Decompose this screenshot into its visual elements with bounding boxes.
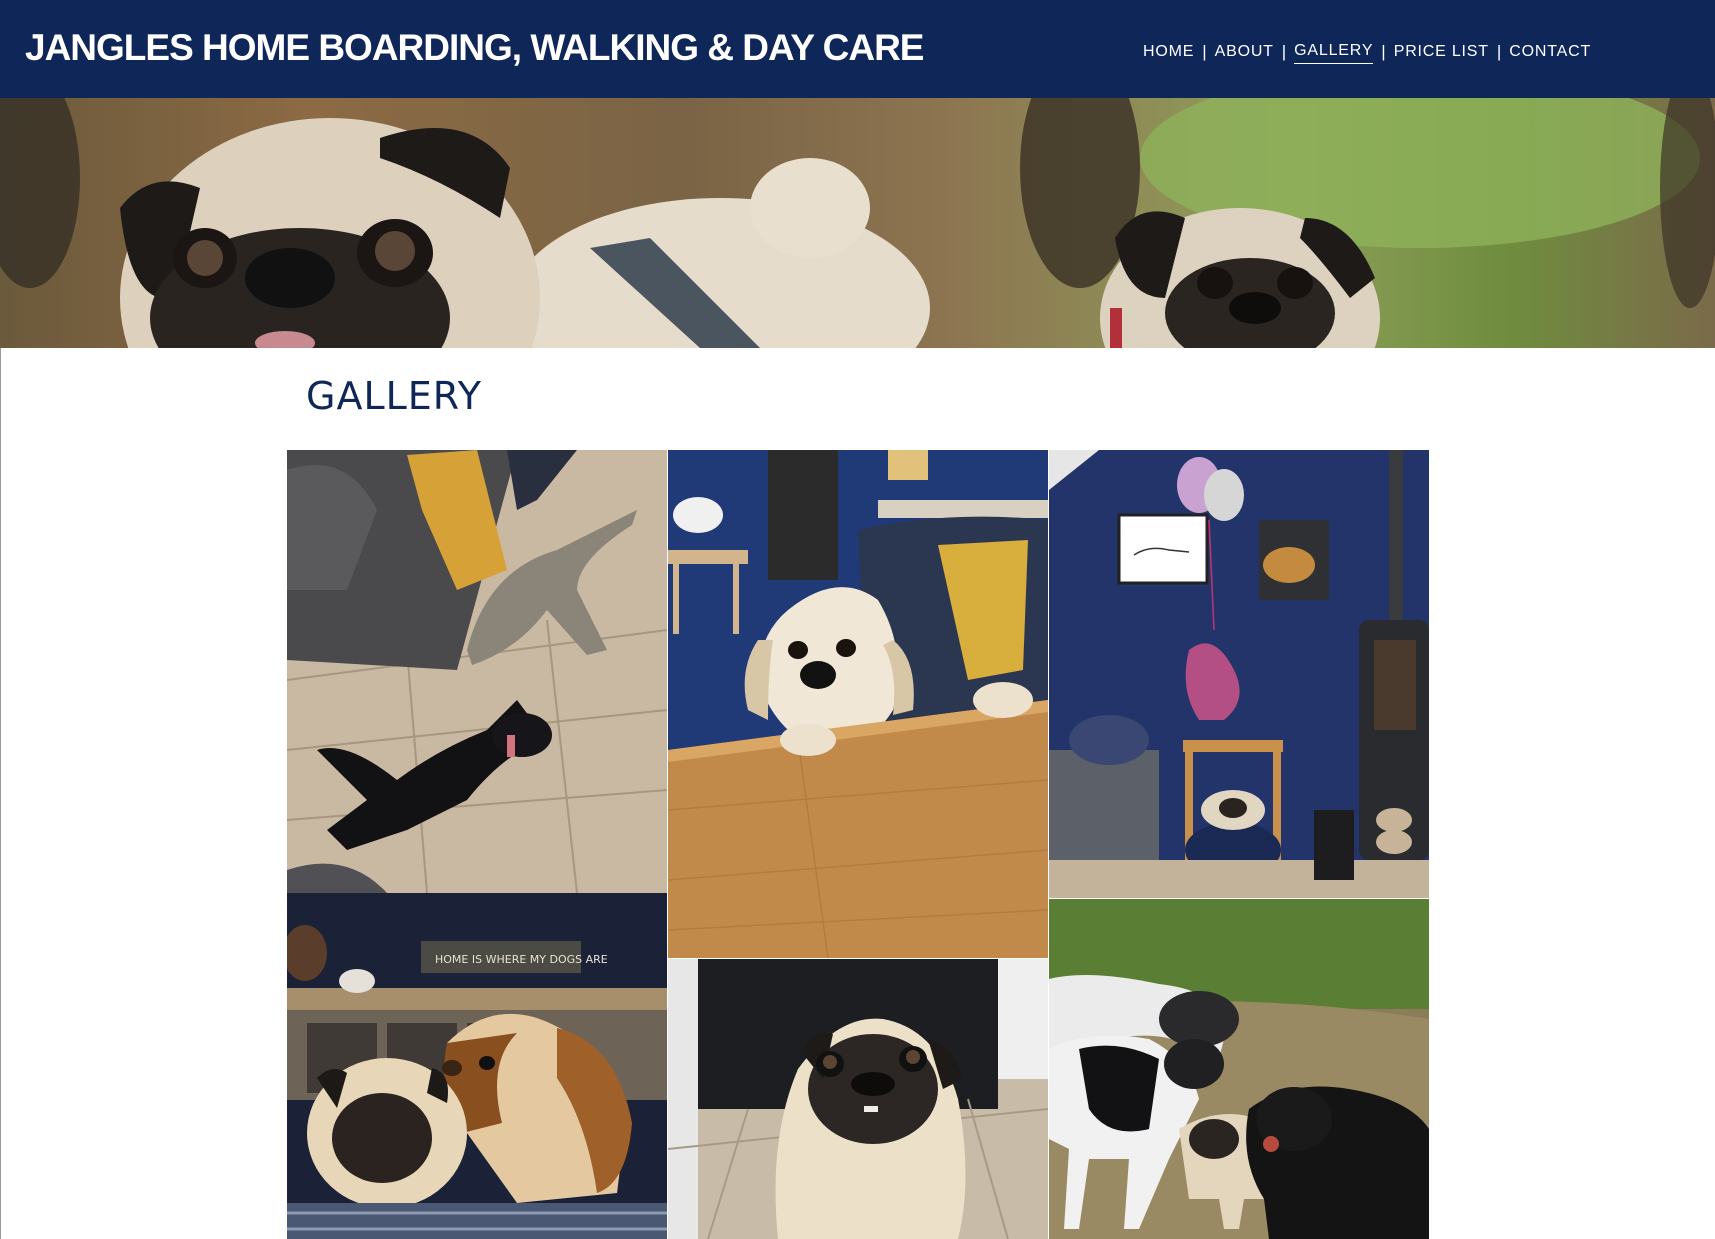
main-navigation: HOME | ABOUT | GALLERY | PRICE LIST | CO… — [1143, 40, 1591, 64]
gallery-photo-pug-and-basset[interactable]: HOME IS WHERE MY DOGS ARE — [287, 893, 667, 1239]
photo-dogs-in-field — [1049, 899, 1429, 1239]
gallery-photo-pug-closeup[interactable] — [668, 959, 1048, 1239]
photo-beagle-at-table — [668, 450, 1048, 958]
gallery-photo-beagle-at-table[interactable] — [668, 450, 1048, 958]
photo-gallery: HOME IS WHERE MY DOGS ARE — [287, 450, 1429, 1239]
photo-pug-closeup — [668, 959, 1048, 1239]
page-heading: GALLERY — [306, 374, 482, 418]
home-sign-text: HOME IS WHERE MY DOGS ARE — [435, 953, 608, 966]
nav-separator: | — [1202, 42, 1207, 61]
site-header: JANGLES HOME BOARDING, WALKING & DAY CAR… — [0, 0, 1715, 98]
hero-banner-image — [0, 98, 1715, 348]
gallery-photo-pug-in-bed[interactable] — [1049, 450, 1429, 898]
nav-link-home[interactable]: HOME — [1143, 42, 1194, 62]
nav-separator: | — [1496, 42, 1502, 61]
gallery-photo-dogs-in-field[interactable] — [1049, 899, 1429, 1239]
nav-separator: | — [1281, 42, 1287, 61]
photo-pug-and-basset: HOME IS WHERE MY DOGS ARE — [287, 893, 667, 1239]
nav-link-about[interactable]: ABOUT — [1215, 42, 1274, 62]
hero-pugs-photo — [0, 98, 1715, 348]
nav-link-gallery[interactable]: GALLERY — [1294, 41, 1374, 64]
nav-link-contact[interactable]: CONTACT — [1509, 42, 1591, 62]
site-title-link[interactable]: JANGLES HOME BOARDING, WALKING & DAY CAR… — [25, 22, 924, 74]
nav-link-price-list[interactable]: PRICE LIST — [1394, 42, 1489, 62]
photo-pug-in-bed — [1049, 450, 1429, 898]
nav-separator: | — [1381, 42, 1386, 61]
gallery-photo-dogs-on-floor[interactable] — [287, 450, 667, 893]
photo-dogs-on-floor — [287, 450, 667, 893]
